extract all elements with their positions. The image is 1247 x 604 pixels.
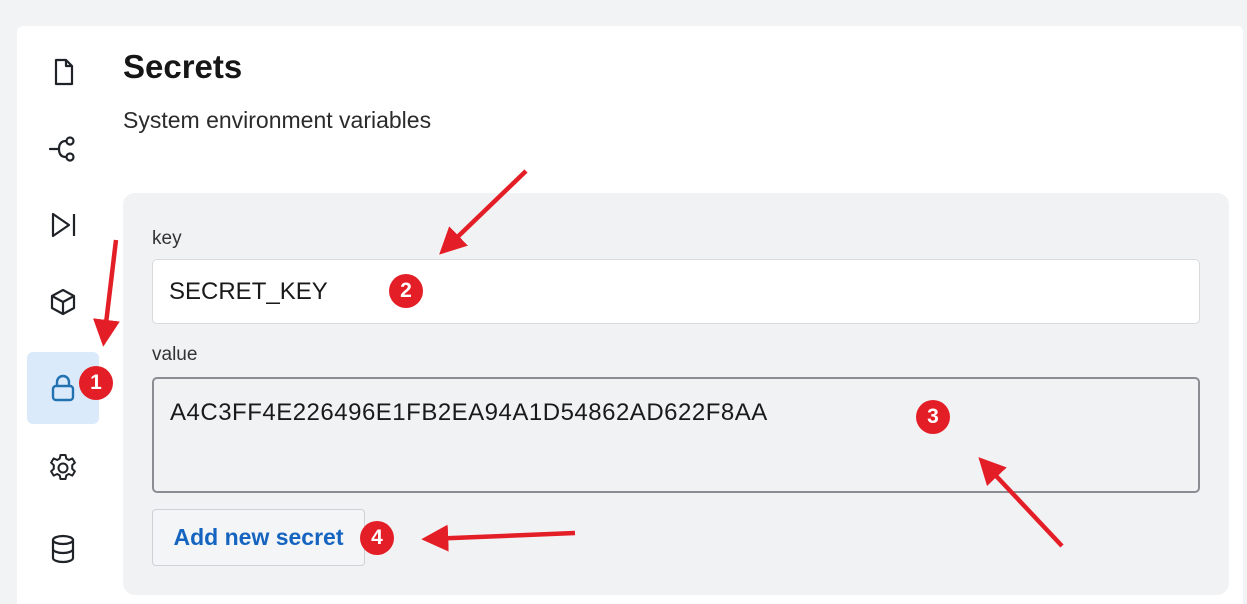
annotation-badge-4: 4 bbox=[360, 521, 394, 555]
page-subtitle: System environment variables bbox=[123, 107, 432, 133]
key-input[interactable] bbox=[152, 259, 1200, 324]
app-frame: Secrets System environment variables key… bbox=[17, 26, 1243, 604]
value-input[interactable]: A4C3FF4E226496E1FB2EA94A1D54862AD622F8AA bbox=[152, 377, 1200, 493]
page-title: Secrets bbox=[123, 48, 243, 85]
secret-form-panel: key value A4C3FF4E226496E1FB2EA94A1D5486… bbox=[123, 193, 1229, 595]
file-icon bbox=[54, 58, 74, 86]
database-icon bbox=[51, 534, 75, 564]
sidebar-item-settings[interactable] bbox=[27, 432, 99, 504]
value-label: value bbox=[152, 344, 198, 365]
lock-icon bbox=[51, 374, 75, 402]
branch-icon bbox=[48, 136, 75, 162]
sidebar-item-packages[interactable] bbox=[27, 266, 99, 338]
annotation-badge-3: 3 bbox=[916, 400, 950, 434]
annotation-badge-1: 1 bbox=[79, 366, 113, 400]
cube-icon bbox=[50, 288, 76, 316]
sidebar-item-runs[interactable] bbox=[27, 189, 99, 261]
sidebar-item-pipelines[interactable] bbox=[27, 113, 99, 185]
play-step-icon bbox=[51, 212, 76, 238]
sidebar-item-database[interactable] bbox=[27, 513, 99, 585]
add-new-secret-button[interactable]: Add new secret bbox=[152, 509, 365, 566]
sidebar-item-files[interactable] bbox=[27, 36, 99, 108]
gear-icon bbox=[50, 454, 76, 480]
sidebar bbox=[17, 26, 117, 604]
key-label: key bbox=[152, 228, 182, 249]
annotation-badge-2: 2 bbox=[389, 274, 423, 308]
